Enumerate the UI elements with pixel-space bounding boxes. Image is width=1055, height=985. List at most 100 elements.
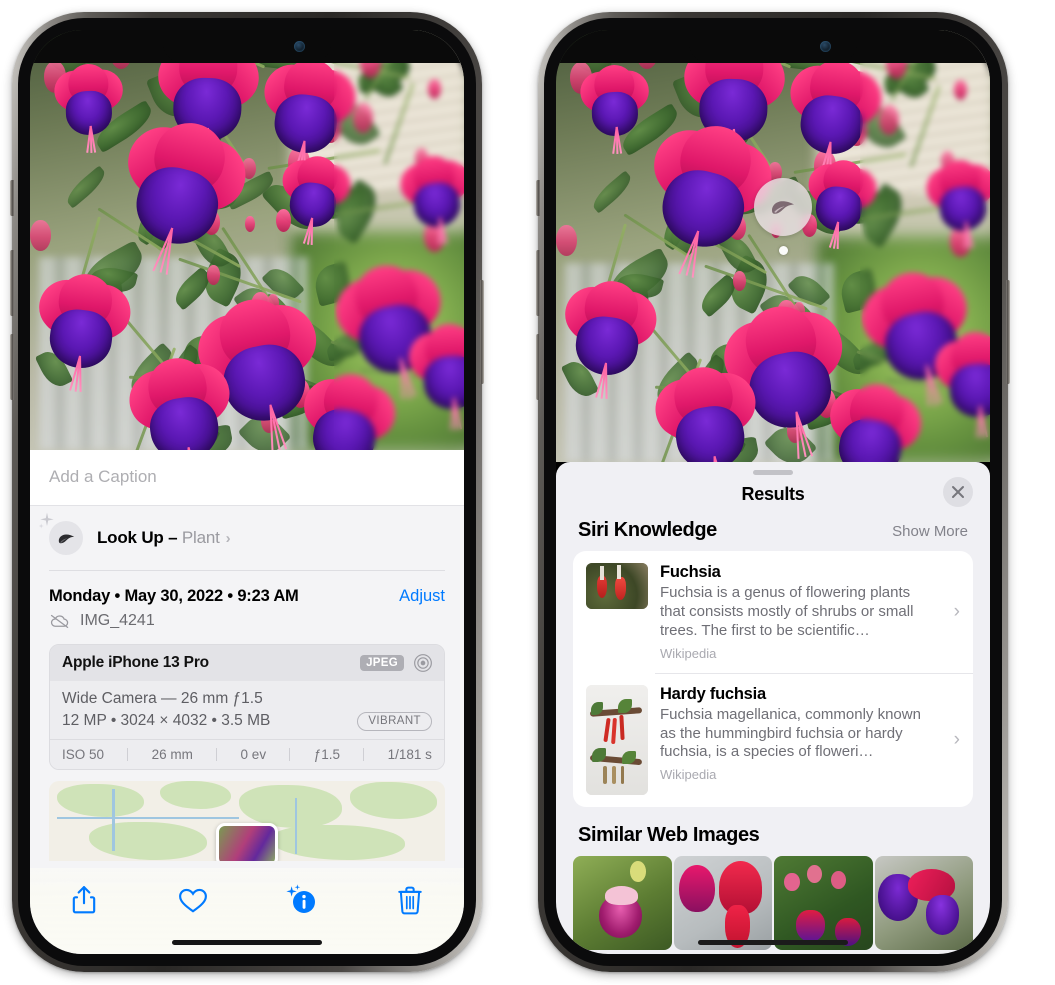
exif-value: ISO 50 xyxy=(62,746,105,762)
look-up-subject: Plant xyxy=(181,528,220,547)
format-badge: JPEG xyxy=(360,654,404,671)
similar-web-image[interactable] xyxy=(573,855,672,950)
photo-fuchsia-right[interactable] xyxy=(556,30,990,462)
leaf-icon xyxy=(772,201,794,214)
fuchsia-blossom xyxy=(800,155,884,249)
camera-model: Apple iPhone 13 Pro xyxy=(62,653,209,671)
chevron-right-icon: › xyxy=(225,530,231,547)
knowledge-title: Fuchsia xyxy=(660,563,721,581)
photo-fuchsia-left[interactable] xyxy=(30,30,464,450)
visual-look-up-badge[interactable] xyxy=(754,178,812,236)
mute-switch[interactable] xyxy=(536,180,540,216)
left-phone-screen: Add a Caption Look Up – Plant › Monday •… xyxy=(30,30,464,954)
look-up-row[interactable]: Look Up – Plant › xyxy=(30,506,464,570)
photo-date: Monday • May 30, 2022 • 9:23 AM xyxy=(49,586,299,605)
volume-down-button[interactable] xyxy=(10,334,14,400)
fuchsia-blossom xyxy=(117,351,241,450)
file-name: IMG_4241 xyxy=(80,611,155,629)
info-button[interactable] xyxy=(275,882,327,918)
caption-row[interactable]: Add a Caption xyxy=(30,450,464,506)
similar-web-images-title: Similar Web Images xyxy=(578,823,760,846)
exif-value: 26 mm xyxy=(151,746,193,762)
leaf-icon xyxy=(58,533,74,543)
siri-knowledge-header: Siri Knowledge Show More xyxy=(556,519,990,551)
fuchsia-blossom xyxy=(274,151,358,245)
map-photo-pin xyxy=(216,822,278,861)
similar-web-image[interactable] xyxy=(673,855,772,950)
knowledge-item[interactable]: Hardy fuchsia Fuchsia magellanica, common… xyxy=(573,672,973,807)
location-map[interactable] xyxy=(49,780,445,861)
photo-bud xyxy=(207,265,220,285)
fuchsia-blossom xyxy=(918,156,990,249)
photo-bud xyxy=(428,79,441,99)
knowledge-description: Fuchsia is a genus of flowering plants t… xyxy=(660,584,914,639)
fuchsia-blossom xyxy=(253,53,366,177)
side-power-button[interactable] xyxy=(1006,280,1010,384)
delete-button[interactable] xyxy=(384,882,436,918)
right-phone: Results Siri Knowledge Show More Fuchsia… xyxy=(536,12,1010,972)
photo-leaf xyxy=(588,170,636,214)
chevron-right-icon: › xyxy=(953,600,960,622)
screenshot-root: Add a Caption Look Up – Plant › Monday •… xyxy=(0,0,1055,985)
look-up-icon-wrap xyxy=(38,512,83,555)
caption-input[interactable]: Add a Caption xyxy=(49,467,445,487)
photo-bud xyxy=(954,80,967,100)
results-sheet: Results Siri Knowledge Show More Fuchsia… xyxy=(556,462,990,954)
look-up-title: Look Up xyxy=(97,528,164,547)
front-camera xyxy=(294,41,305,52)
close-button[interactable] xyxy=(943,477,973,507)
visual-look-up-anchor-dot xyxy=(779,246,788,255)
similar-web-image[interactable] xyxy=(774,855,873,950)
mute-switch[interactable] xyxy=(10,180,14,216)
knowledge-source: Wikipedia xyxy=(660,767,717,783)
heart-icon xyxy=(178,888,207,913)
exif-separator xyxy=(127,747,129,761)
file-row: IMG_4241 xyxy=(30,606,464,642)
exif-separator xyxy=(216,747,218,761)
fuchsia-blossom xyxy=(643,360,767,462)
fuchsia-blossom xyxy=(925,328,990,439)
results-title: Results xyxy=(741,484,805,504)
fuchsia-blossom xyxy=(779,54,892,178)
exif-separator xyxy=(289,747,291,761)
fuchsia-blossom xyxy=(45,61,131,153)
knowledge-thumbnail xyxy=(586,563,648,609)
camera-info-card: Apple iPhone 13 Pro JPEG Wide Camera — 2… xyxy=(49,643,445,770)
volume-up-button[interactable] xyxy=(10,250,14,316)
similar-web-images-header: Similar Web Images xyxy=(556,807,990,856)
show-more-button[interactable]: Show More xyxy=(892,523,968,540)
size-row: 12 MP • 3024 × 4032 • 3.5 MB VIBRANT xyxy=(62,711,432,731)
photo-bud xyxy=(353,103,373,133)
knowledge-body: Fuchsia Fuchsia is a genus of flowering p… xyxy=(660,563,960,661)
similar-web-image[interactable] xyxy=(874,855,973,950)
siri-knowledge-title: Siri Knowledge xyxy=(578,519,717,541)
side-power-button[interactable] xyxy=(480,280,484,384)
home-indicator[interactable] xyxy=(172,940,322,945)
exif-separator xyxy=(363,747,365,761)
exif-value: 0 ev xyxy=(240,746,267,762)
info-sparkle-icon xyxy=(286,884,316,913)
favorite-button[interactable] xyxy=(167,882,219,918)
notch xyxy=(689,30,857,63)
fuchsia-blossom xyxy=(30,269,141,392)
fuchsia-blossom xyxy=(392,152,464,245)
exif-value: ƒ1.5 xyxy=(313,746,340,762)
fuchsia-blossom xyxy=(399,320,464,431)
size-line: 12 MP • 3024 × 4032 • 3.5 MB xyxy=(62,712,271,729)
front-camera xyxy=(820,41,831,52)
photo-leaf xyxy=(62,165,110,209)
home-indicator[interactable] xyxy=(698,940,848,945)
volume-up-button[interactable] xyxy=(536,250,540,316)
volume-down-button[interactable] xyxy=(536,334,540,400)
knowledge-item[interactable]: Fuchsia Fuchsia is a genus of flowering p… xyxy=(573,551,973,673)
fuchsia-blossom xyxy=(293,367,405,450)
share-icon xyxy=(73,886,96,914)
look-up-dash: – xyxy=(168,528,178,547)
knowledge-description: Fuchsia magellanica, commonly known as t… xyxy=(660,705,921,761)
adjust-button[interactable]: Adjust xyxy=(399,587,445,606)
chevron-right-icon: › xyxy=(953,728,960,750)
photo-bud xyxy=(30,220,51,251)
aperture-icon[interactable] xyxy=(413,653,433,673)
share-button[interactable] xyxy=(58,882,110,918)
exif-row: ISO 50 26 mm 0 ev ƒ1.5 1/181 s xyxy=(50,738,444,769)
